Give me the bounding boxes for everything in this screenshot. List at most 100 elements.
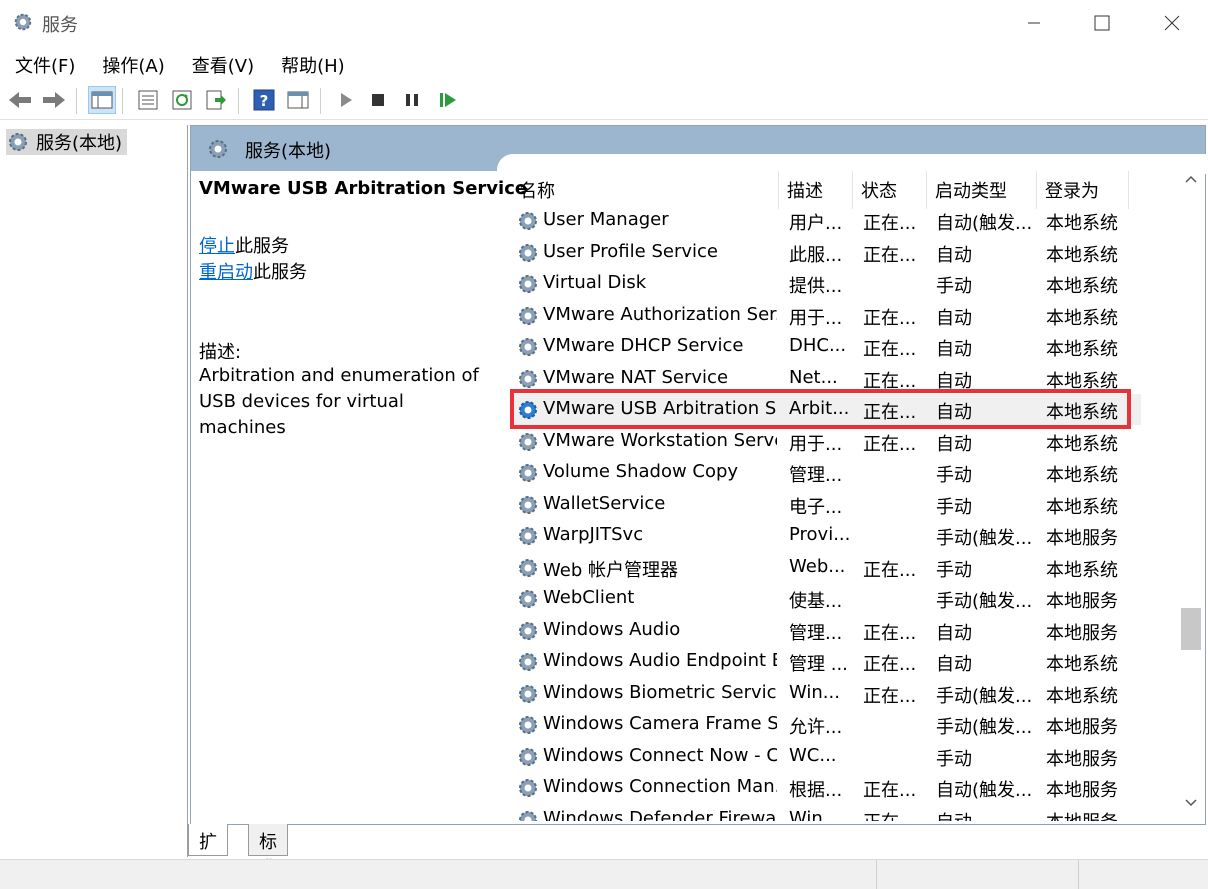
sort-ascending-icon: ^ xyxy=(638,171,649,179)
service-row[interactable]: Windows Connection Man... 根据... 正在... 自动(触发… xyxy=(511,772,1141,803)
column-header-description[interactable]: 描述 xyxy=(779,171,853,209)
service-gear-icon xyxy=(516,713,540,737)
service-description-cell: WC... xyxy=(789,744,837,766)
minimize-button[interactable] xyxy=(1000,0,1068,46)
service-description-cell: 用于... xyxy=(789,433,843,455)
service-row[interactable]: VMware Workstation Server 用于... 正在... 自动 本地系… xyxy=(511,426,1141,457)
restart-service-button[interactable] xyxy=(434,86,462,114)
service-description-cell: Win... xyxy=(789,807,840,822)
services-panel: 服务(本地) VMware USB Arbitration Service 停止… xyxy=(190,125,1207,825)
stop-service-button[interactable] xyxy=(364,86,392,114)
console-tree-icon xyxy=(91,91,113,109)
start-service-button[interactable] xyxy=(332,86,360,114)
column-header-startup-type[interactable]: 启动类型 xyxy=(927,171,1037,209)
menu-view[interactable]: 查看(V) xyxy=(177,46,266,80)
service-row[interactable]: Virtual Disk 提供... 手动 本地系统 xyxy=(511,268,1141,299)
scrollbar-thumb[interactable] xyxy=(1181,608,1201,650)
service-row[interactable]: Volume Shadow Copy 管理... 手动 本地系统 xyxy=(511,457,1141,488)
stop-service-link[interactable]: 停止 xyxy=(199,236,235,257)
play-icon xyxy=(341,93,352,107)
menu-file[interactable]: 文件(F) xyxy=(0,46,87,80)
service-row[interactable]: Windows Camera Frame S... 允许... 手动(触发... 本地… xyxy=(511,709,1141,740)
service-name-cell: User Manager xyxy=(543,209,669,230)
service-startup-type-cell: 手动 xyxy=(936,496,972,518)
service-logon-cell: 本地服务 xyxy=(1046,748,1118,770)
service-description-cell: 用户... xyxy=(789,213,843,234)
pause-service-button[interactable] xyxy=(398,86,426,114)
pause-icon xyxy=(406,94,418,106)
service-description-cell: Web... xyxy=(789,555,846,577)
service-startup-type-cell: 手动(触发... xyxy=(936,685,1033,707)
service-row[interactable]: Windows Defender Firewall Win... 正在... 自动本地… xyxy=(511,804,1141,822)
service-name-cell: WarpJITSvc xyxy=(543,524,644,545)
service-name-cell: VMware Authorization Ser... xyxy=(543,303,777,325)
back-button[interactable] xyxy=(6,86,34,114)
action-pane-button[interactable] xyxy=(284,86,312,114)
menu-help[interactable]: 帮助(H) xyxy=(266,46,357,80)
service-startup-type-cell: 手动(触发... xyxy=(936,717,1033,738)
help-button[interactable]: ? xyxy=(250,86,278,114)
title-bar: 服务 xyxy=(0,0,1208,46)
description-label: 描述: xyxy=(199,342,242,363)
restart-service-link[interactable]: 重启动 xyxy=(199,262,253,283)
services-gear-icon xyxy=(209,140,227,158)
service-logon-cell: 本地系统 xyxy=(1046,433,1118,455)
service-name-cell: Windows Connection Man... xyxy=(543,776,777,797)
scroll-up-icon[interactable] xyxy=(1184,174,1198,184)
service-gear-icon xyxy=(516,524,540,548)
close-button[interactable] xyxy=(1138,0,1206,46)
service-name-cell: Windows Biometric Service xyxy=(543,681,777,703)
column-header-log-on-as[interactable]: 登录为 xyxy=(1037,171,1129,209)
service-gear-icon xyxy=(516,241,540,265)
service-gear-icon xyxy=(516,619,540,643)
service-name-cell: Virtual Disk xyxy=(543,272,647,293)
service-row[interactable]: Windows Connect Now - C... WC... 手动 本地服务 xyxy=(511,741,1141,772)
service-startup-type-cell: 自动(触发... xyxy=(936,213,1033,234)
service-name-cell: WebClient xyxy=(543,587,635,608)
maximize-button[interactable] xyxy=(1068,0,1136,46)
service-row[interactable]: Windows Audio Endpoint B... 管理 ... 正在... 自动… xyxy=(511,646,1141,677)
tab-standard[interactable]: 标准 xyxy=(248,824,288,879)
service-startup-type-cell: 手动 xyxy=(936,276,972,297)
service-row[interactable]: VMware Authorization Ser... 用于... 正在... 自动 本… xyxy=(511,300,1141,331)
export-list-button[interactable] xyxy=(202,86,230,114)
service-row[interactable]: User Profile Service 此服... 正在... 自动 本地系统 xyxy=(511,237,1141,268)
column-header-status[interactable]: 状态 xyxy=(853,171,927,209)
service-startup-type-cell: 自动 xyxy=(936,433,972,455)
service-row[interactable]: Windows Biometric Service Win... 正在... 手动(触… xyxy=(511,678,1141,709)
vertical-scrollbar[interactable] xyxy=(1178,170,1204,822)
service-logon-cell: 本地服务 xyxy=(1046,528,1118,549)
export-icon xyxy=(206,90,226,110)
tree-item-services-local[interactable]: 服务(本地) xyxy=(6,129,128,155)
properties-button[interactable] xyxy=(134,86,162,114)
service-startup-type-cell: 自动 xyxy=(936,808,1036,822)
show-tree-button[interactable] xyxy=(88,86,116,114)
service-description-cell: 根据... xyxy=(789,780,843,801)
service-row[interactable]: WarpJITSvc Provi... 手动(触发... 本地服务 xyxy=(511,520,1141,551)
services-list: ^ 名称 描述 状态 启动类型 登录为 User Manager 用户... 正在.… xyxy=(511,171,1181,821)
service-row[interactable]: Web 帐户管理器 Web... 正在... 手动 本地系统 xyxy=(511,552,1141,583)
service-status-cell: 正在... xyxy=(863,433,917,455)
service-name-cell: Volume Shadow Copy xyxy=(543,461,739,482)
service-logon-cell: 本地系统 xyxy=(1046,496,1118,518)
service-startup-type-cell: 手动 xyxy=(936,465,972,486)
column-header-name[interactable]: ^ 名称 xyxy=(511,171,779,209)
service-row[interactable]: WebClient 使基... 手动(触发... 本地服务 xyxy=(511,583,1141,614)
menu-action[interactable]: 操作(A) xyxy=(87,46,176,80)
service-status-cell: 正在... xyxy=(863,685,917,707)
service-row[interactable]: User Manager 用户... 正在... 自动(触发... 本地系统 xyxy=(511,205,1141,236)
scroll-down-icon[interactable] xyxy=(1184,798,1198,808)
service-status-cell: 正在... xyxy=(863,559,917,581)
console-tree: 服务(本地) xyxy=(0,125,188,857)
toolbar-separator xyxy=(320,88,321,114)
service-status-cell: 正在... xyxy=(863,780,917,801)
refresh-icon xyxy=(172,90,192,110)
service-row[interactable]: WalletService 电子... 手动 本地系统 xyxy=(511,489,1141,520)
refresh-button[interactable] xyxy=(168,86,196,114)
service-row[interactable]: Windows Audio 管理... 正在... 自动 本地服务 xyxy=(511,615,1141,646)
tab-extended[interactable]: 扩展 xyxy=(188,824,228,879)
service-row[interactable]: VMware DHCP Service DHC... 正在... 自动 本地系统 xyxy=(511,331,1141,362)
forward-button[interactable] xyxy=(40,86,68,114)
service-gear-icon xyxy=(516,650,540,674)
status-bar-divider xyxy=(1078,860,1079,889)
